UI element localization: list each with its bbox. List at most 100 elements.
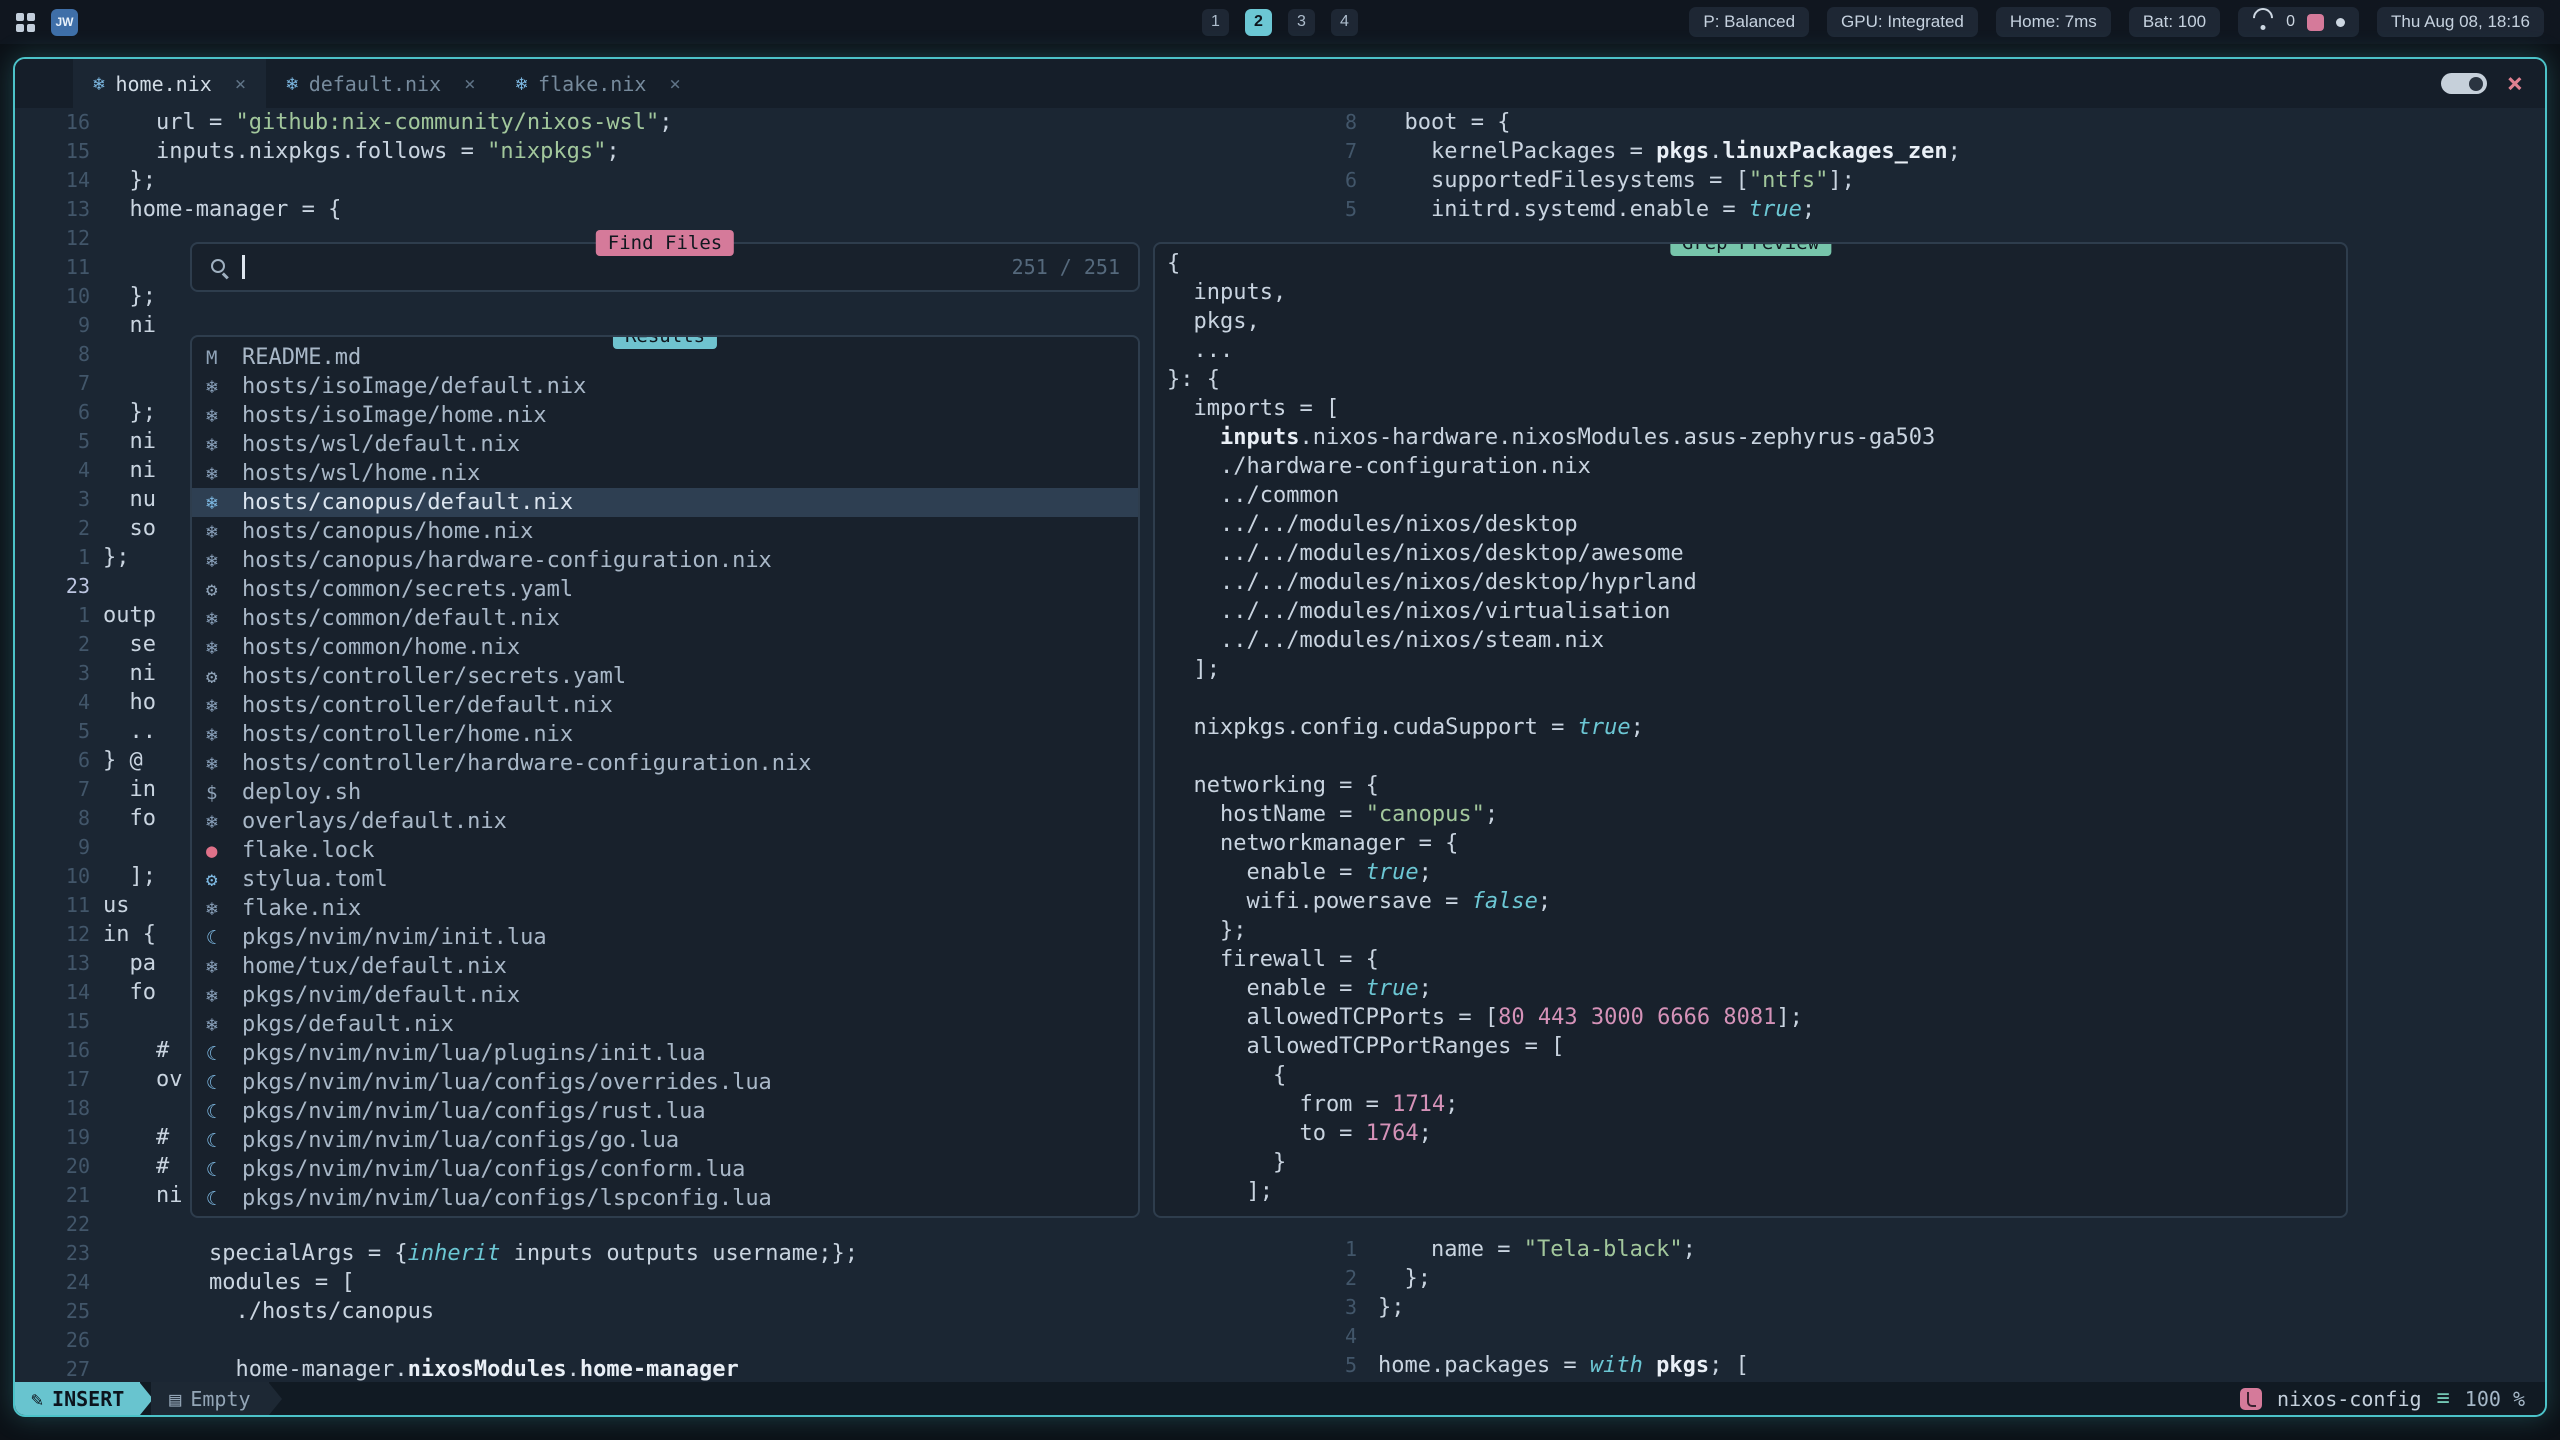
result-item[interactable]: ❄hosts/isoImage/default.nix — [192, 372, 1138, 401]
code-token: 443 — [1538, 1005, 1578, 1030]
code-token: ./hosts/canopus — [103, 1299, 434, 1324]
result-item[interactable]: ❄hosts/common/home.nix — [192, 633, 1138, 662]
status-segment: P: Balanced — [1689, 7, 1809, 37]
workspace-button-4[interactable]: 4 — [1331, 9, 1358, 36]
mode-label: INSERT — [52, 1387, 124, 1411]
tab-default.nix[interactable]: ❄default.nix× — [266, 59, 495, 108]
workspace-button-3[interactable]: 3 — [1288, 9, 1315, 36]
repo-name: nixos-config — [2277, 1387, 2422, 1411]
code-token: }; — [103, 168, 156, 193]
code-token: ni — [103, 1183, 182, 1208]
line-number: 3 — [15, 659, 90, 688]
line-number: 16 — [15, 108, 90, 137]
code-line: wifi.powersave = false; — [1167, 887, 2346, 916]
result-item[interactable]: ☾pkgs/nvim/nvim/init.lua — [192, 923, 1138, 952]
result-item[interactable]: ❄hosts/wsl/home.nix — [192, 459, 1138, 488]
result-item[interactable]: ☾pkgs/nvim/nvim/lua/configs/conform.lua — [192, 1155, 1138, 1184]
code-line: ../../modules/nixos/desktop — [1167, 510, 2346, 539]
code-token: nixpkgs.config.cudaSupport = — [1167, 715, 1578, 740]
code-text — [90, 833, 103, 862]
status-segment: GPU: Integrated — [1827, 7, 1978, 37]
code-token: networking = { — [1167, 773, 1379, 798]
result-item[interactable]: ☾pkgs/nvim/nvim/lua/configs/overrides.lu… — [192, 1068, 1138, 1097]
line-number: 3 — [15, 485, 90, 514]
tab-home.nix[interactable]: ❄home.nix× — [73, 59, 266, 108]
result-item[interactable]: ⚙hosts/controller/secrets.yaml — [192, 662, 1138, 691]
result-item[interactable]: ❄hosts/controller/home.nix — [192, 720, 1138, 749]
code-text: allowedTCPPortRanges = [ — [1167, 1032, 1564, 1061]
result-item[interactable]: ❄pkgs/default.nix — [192, 1010, 1138, 1039]
result-item[interactable]: ❄pkgs/nvim/default.nix — [192, 981, 1138, 1010]
code-text: home-manager.nixosModules.home-manager — [90, 1355, 739, 1382]
lua-icon: ☾ — [206, 1101, 242, 1123]
result-item[interactable]: ❄hosts/wsl/default.nix — [192, 430, 1138, 459]
wifi-icon[interactable] — [2252, 14, 2274, 30]
logo-badge[interactable]: JW — [51, 9, 78, 36]
result-item[interactable]: ❄hosts/canopus/default.nix — [192, 488, 1138, 517]
code-text: inputs.nixpkgs.follows = "nixpkgs"; — [90, 137, 620, 166]
result-item[interactable]: $deploy.sh — [192, 778, 1138, 807]
code-token: home-manager = { — [103, 197, 341, 222]
code-text: to = 1764; — [1167, 1119, 1432, 1148]
tab-close-button[interactable]: × — [235, 73, 246, 95]
result-item[interactable]: ❄hosts/canopus/home.nix — [192, 517, 1138, 546]
result-item[interactable]: ●flake.lock — [192, 836, 1138, 865]
code-line: nixpkgs.config.cudaSupport = true; — [1167, 713, 2346, 742]
window-close-button[interactable]: × — [2507, 70, 2523, 97]
apps-grid-icon[interactable] — [16, 13, 35, 32]
code-line: from = 1714; — [1167, 1090, 2346, 1119]
result-item[interactable]: ⚙stylua.toml — [192, 865, 1138, 894]
line-number: 9 — [15, 833, 90, 862]
code-token: url = — [103, 110, 235, 135]
code-line: ... — [1167, 336, 2346, 365]
line-number: 2 — [15, 630, 90, 659]
result-item[interactable]: ❄hosts/common/default.nix — [192, 604, 1138, 633]
toggle-switch[interactable] — [2441, 73, 2487, 94]
result-item[interactable]: ☾pkgs/nvim/nvim/lua/configs/go.lua — [192, 1126, 1138, 1155]
tab-close-button[interactable]: × — [464, 73, 475, 95]
result-item[interactable]: ❄home/tux/default.nix — [192, 952, 1138, 981]
right-split[interactable]: 8 boot = {7 kernelPackages = pkgs.linuxP… — [1320, 108, 2545, 224]
lua-icon: ☾ — [206, 1072, 242, 1094]
code-text: wifi.powersave = false; — [1167, 887, 1551, 916]
result-item[interactable]: ☾pkgs/nvim/nvim/lua/configs/lspconfig.lu… — [192, 1184, 1138, 1213]
result-item[interactable]: ❄hosts/isoImage/home.nix — [192, 401, 1138, 430]
result-item[interactable]: ☾pkgs/nvim/nvim/lua/plugins/init.lua — [192, 1039, 1138, 1068]
notification-count[interactable]: 0 — [2286, 13, 2295, 31]
result-filename: pkgs/nvim/nvim/lua/plugins/init.lua — [242, 1041, 706, 1066]
code-text: ../../modules/nixos/steam.nix — [1167, 626, 1604, 655]
result-item[interactable]: ❄hosts/controller/hardware-configuration… — [192, 749, 1138, 778]
right-split-bottom[interactable]: 1 name = "Tela-black";2 };3};45home.pack… — [1320, 1235, 2545, 1380]
result-item[interactable]: ❄hosts/controller/default.nix — [192, 691, 1138, 720]
code-token: }; — [103, 545, 130, 570]
result-item[interactable]: ❄overlays/default.nix — [192, 807, 1138, 836]
code-text: kernelPackages = pkgs.linuxPackages_zen; — [1357, 137, 1961, 166]
workspace-button-2[interactable]: 2 — [1245, 9, 1272, 36]
code-text: ov — [90, 1065, 182, 1094]
code-line: 16 url = "github:nix-community/nixos-wsl… — [15, 108, 1315, 137]
result-item[interactable]: ⚙hosts/common/secrets.yaml — [192, 575, 1138, 604]
code-token: ../common — [1167, 483, 1339, 508]
code-token: us — [103, 893, 130, 918]
result-item[interactable]: ❄flake.nix — [192, 894, 1138, 923]
nix-icon: ❄ — [206, 434, 242, 456]
code-text: imports = [ — [1167, 394, 1339, 423]
desktop: JW 1234 P: BalancedGPU: IntegratedHome: … — [0, 0, 2560, 1440]
search-input[interactable]: Find Files 251 / 251 — [190, 242, 1140, 292]
palette-icon[interactable] — [2307, 14, 2324, 31]
code-token: } — [1167, 1150, 1286, 1175]
lua-icon: ☾ — [206, 1159, 242, 1181]
line-number: 16 — [15, 1036, 90, 1065]
result-item[interactable]: ❄hosts/canopus/hardware-configuration.ni… — [192, 546, 1138, 575]
tab-close-button[interactable]: × — [669, 73, 680, 95]
line-number: 6 — [15, 398, 90, 427]
code-text: ../../modules/nixos/desktop/awesome — [1167, 539, 1684, 568]
tab-flake.nix[interactable]: ❄flake.nix× — [496, 59, 701, 108]
code-token: home-manager — [580, 1357, 739, 1382]
result-item[interactable]: ☾pkgs/nvim/nvim/lua/configs/rust.lua — [192, 1097, 1138, 1126]
system-tray: 0 — [2238, 7, 2359, 37]
tab-bar: ❄home.nix×❄default.nix×❄flake.nix× × — [15, 59, 2545, 108]
file-status-segment: ▤ Empty — [151, 1382, 268, 1415]
workspace-button-1[interactable]: 1 — [1202, 9, 1229, 36]
code-line: 4 — [1320, 1322, 2545, 1351]
